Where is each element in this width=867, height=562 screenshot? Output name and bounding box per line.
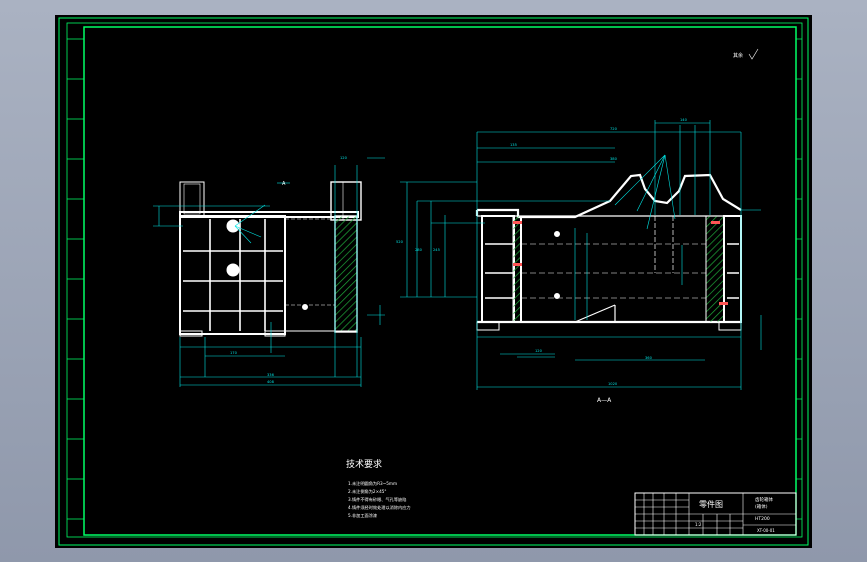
svg-text:120: 120 — [535, 349, 543, 353]
annotation-marks — [513, 221, 728, 305]
roughness-symbol — [748, 48, 759, 60]
dimension-labels: 336 408 170 120 720 135 380 1020 360 120… — [230, 118, 688, 386]
svg-text:280: 280 — [415, 248, 423, 252]
title-material: HT200 — [755, 516, 770, 522]
tech-requirement-4: 4.铸件须经时效处理以消除内应力 — [348, 504, 411, 511]
tech-requirement-1: 1.未注明圆角为R3~5mm — [348, 480, 397, 487]
title-sub-name: (箱体) — [755, 503, 768, 510]
svg-text:135: 135 — [510, 143, 517, 147]
svg-text:520: 520 — [396, 240, 404, 244]
sheet-frame — [58, 17, 809, 546]
surface-note: 其余 — [733, 52, 743, 59]
svg-text:120: 120 — [340, 156, 348, 160]
left-view — [179, 181, 362, 337]
tech-requirements: 技术要求 1.未注明圆角为R3~5mm 2.未注倒角为2×45° 3.铸件不得有… — [346, 458, 411, 519]
drawing-sheet: 336 408 170 120 720 135 380 1020 360 120… — [55, 15, 812, 548]
view-mark-left: A — [282, 181, 286, 187]
tech-requirement-5: 5.非加工面涂漆 — [348, 512, 377, 519]
cad-drawing: 336 408 170 120 720 135 380 1020 360 120… — [58, 17, 809, 546]
svg-text:720: 720 — [610, 127, 618, 131]
svg-text:380: 380 — [610, 157, 618, 161]
title-drawing-type: 零件图 — [699, 499, 723, 509]
svg-text:245: 245 — [433, 248, 440, 252]
title-scale: 1:2 — [695, 522, 702, 527]
title-part-name: 齿轮箱体 — [755, 496, 773, 503]
svg-text:408: 408 — [267, 380, 275, 384]
svg-text:1020: 1020 — [608, 382, 618, 386]
right-view — [475, 173, 742, 331]
tech-requirements-title: 技术要求 — [346, 458, 382, 470]
svg-text:360: 360 — [645, 356, 653, 360]
title-drawing-no: XT-00-01 — [757, 528, 775, 533]
tech-requirement-2: 2.未注倒角为2×45° — [348, 488, 387, 495]
svg-text:336: 336 — [267, 373, 275, 377]
tech-requirement-3: 3.铸件不得有砂眼、气孔等缺陷 — [348, 496, 406, 503]
svg-text:140: 140 — [680, 118, 688, 122]
svg-text:170: 170 — [230, 351, 238, 355]
section-label: A—A — [597, 397, 612, 404]
title-block: 零件图 齿轮箱体 (箱体) HT200 1:2 XT-00-01 — [634, 492, 797, 536]
